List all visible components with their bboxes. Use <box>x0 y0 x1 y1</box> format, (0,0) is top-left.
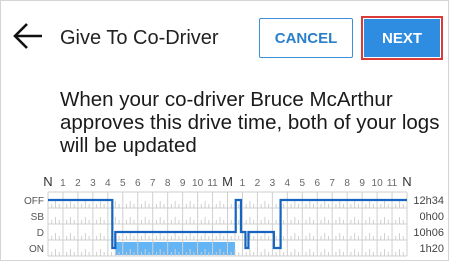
hour-tick-label: 10 <box>192 178 204 189</box>
hour-tick-label: 2 <box>255 178 261 189</box>
hour-tick-label: 6 <box>314 178 320 189</box>
status-row-label: ON <box>29 244 44 255</box>
hour-tick-label: 5 <box>120 178 126 189</box>
hour-tick-label: 4 <box>105 178 111 189</box>
hour-tick-label: 7 <box>150 178 156 189</box>
status-total: 12h34 <box>413 195 444 207</box>
cancel-button[interactable]: CANCEL <box>259 18 353 58</box>
hour-tick-label: 11 <box>387 178 398 189</box>
hour-tick-label: 1 <box>240 178 246 189</box>
hour-tick-label: 8 <box>165 178 171 189</box>
back-arrow-icon[interactable] <box>12 21 44 51</box>
hour-tick-label: 6 <box>135 178 141 189</box>
hour-tick-label: 3 <box>90 178 96 189</box>
page-title: Give To Co-Driver <box>60 27 219 49</box>
approval-message: When your co-driver Bruce McArthur appro… <box>60 88 440 157</box>
hour-tick-label: 1 <box>60 178 66 189</box>
hour-tick-label: 3 <box>270 178 276 189</box>
status-total: 0h00 <box>420 211 444 223</box>
hour-tick-label: 4 <box>285 178 291 189</box>
status-row-label: SB <box>31 212 45 223</box>
hour-tick-label: 8 <box>344 178 350 189</box>
status-row-label: OFF <box>24 196 44 207</box>
hour-tick-label: N <box>402 174 411 189</box>
hour-tick-label: 7 <box>329 178 335 189</box>
duty-status-chart: N 1 2 3 4 5 6 7 8 9 10 11 M 1 2 3 4 5 6 7 8 9 10 11 NOFFSBDON12h… <box>24 174 444 257</box>
hour-tick-label: 5 <box>300 178 306 189</box>
hour-tick-label: M <box>222 174 233 189</box>
status-total: 1h20 <box>420 243 444 255</box>
hour-tick-label: 9 <box>180 178 186 189</box>
hour-tick-label: 10 <box>372 178 384 189</box>
hour-tick-label: N <box>43 174 52 189</box>
hour-tick-label: 11 <box>207 178 218 189</box>
status-row-label: D <box>37 228 44 239</box>
hour-tick-label: 2 <box>75 178 81 189</box>
status-total: 10h06 <box>413 227 444 239</box>
hour-tick-label: 9 <box>359 178 365 189</box>
next-button[interactable]: NEXT <box>364 19 440 57</box>
